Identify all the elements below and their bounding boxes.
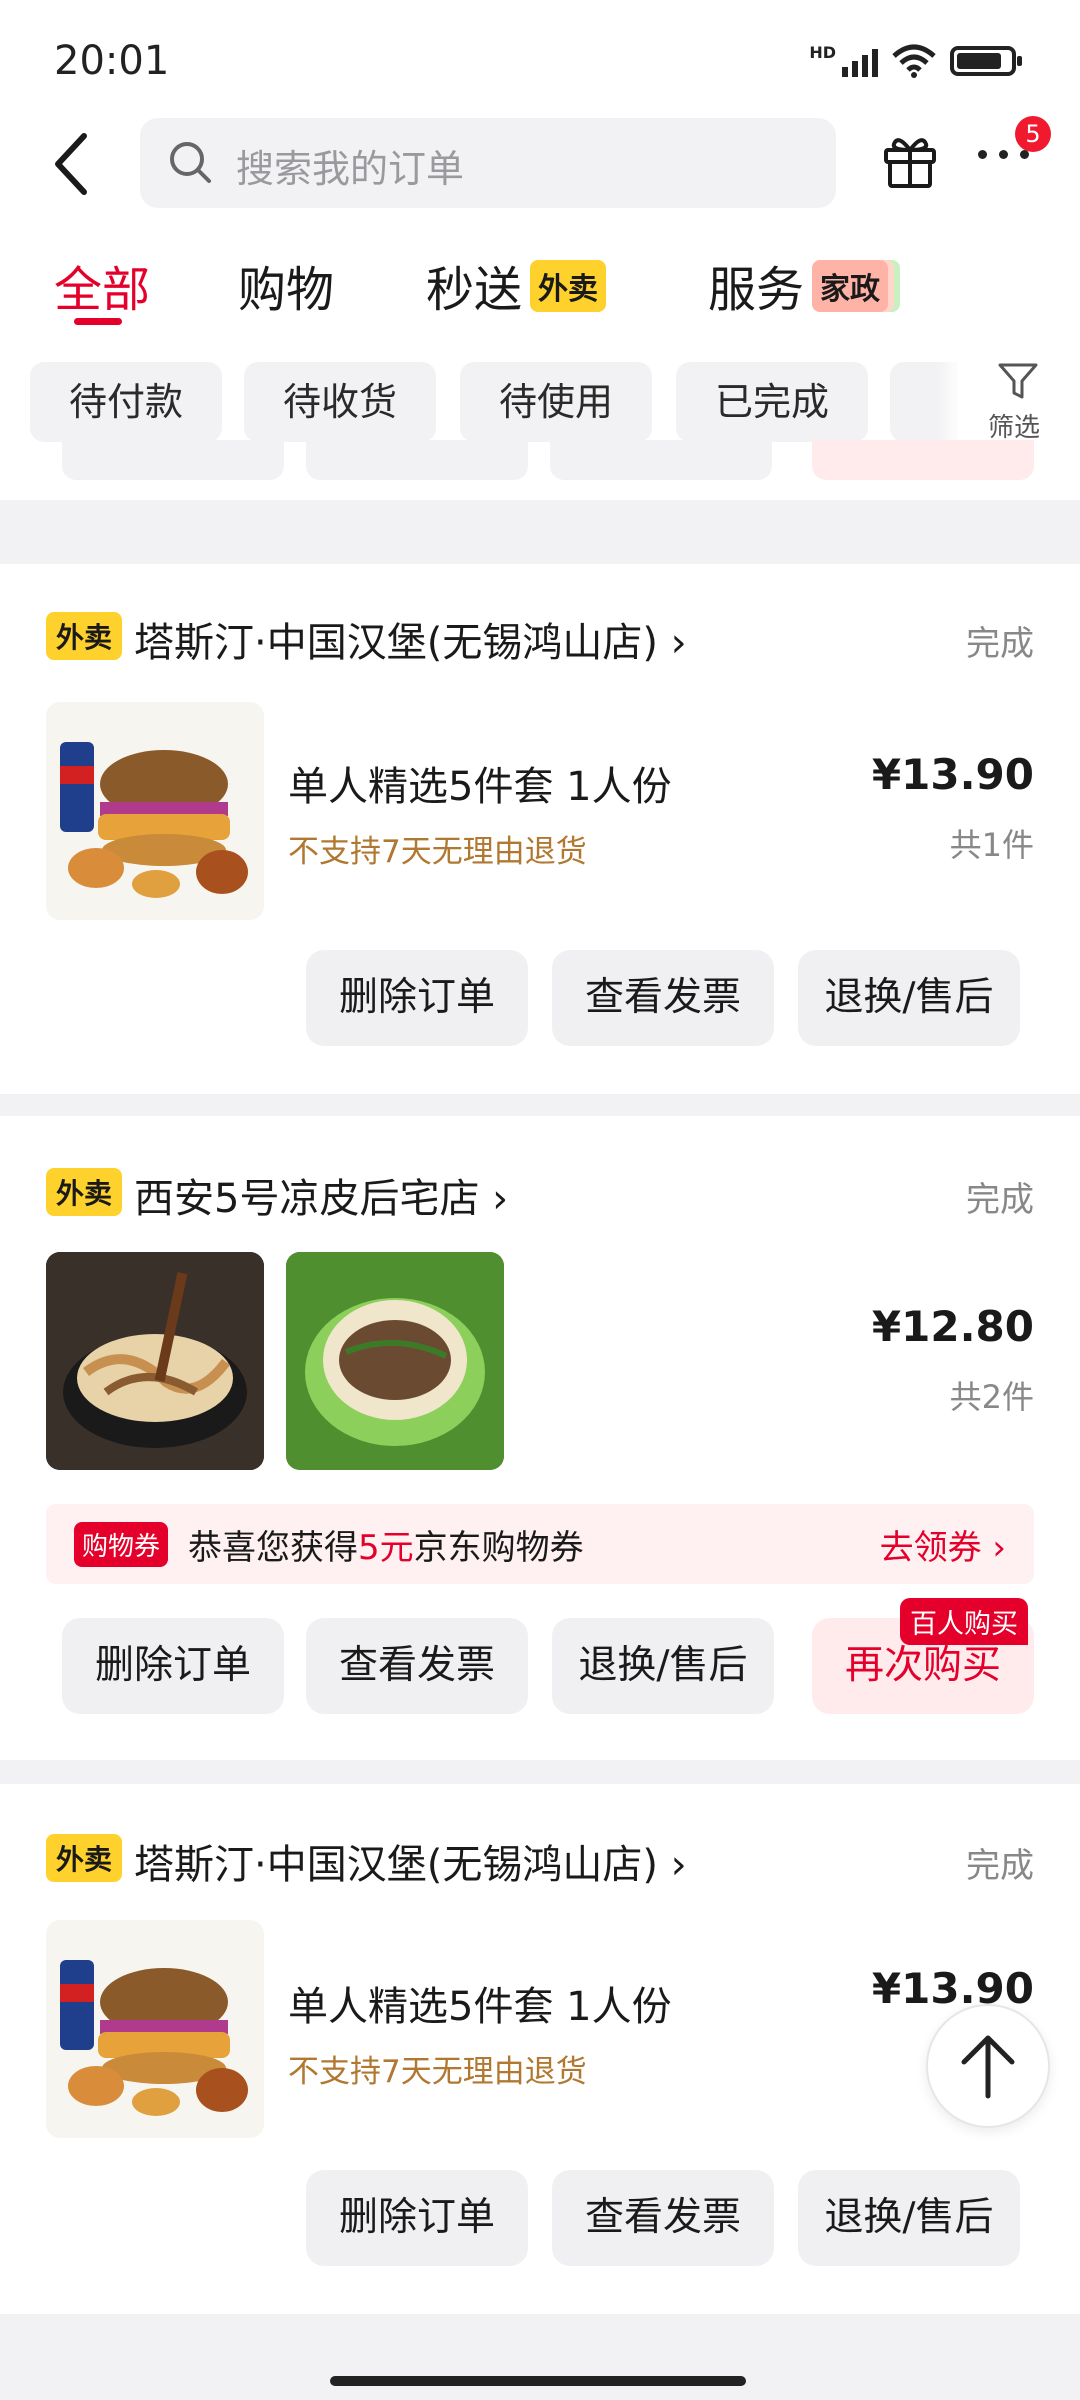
wifi-icon	[892, 44, 936, 78]
chip-pending-payment[interactable]: 待付款	[30, 362, 222, 442]
item-title: 单人精选5件套 1人份	[288, 764, 672, 810]
category-tabs: 全部 购物 秒送 外卖 服务 家政	[0, 250, 1080, 330]
status-time: 20:01	[54, 38, 170, 84]
coupon-text: 恭喜您获得5元京东购物券	[188, 1528, 584, 1568]
product-image[interactable]	[46, 1252, 264, 1470]
return-service-button[interactable]: 退换/售后	[798, 2170, 1020, 2266]
back-icon[interactable]	[44, 128, 100, 200]
view-invoice-button[interactable]: 查看发票	[306, 1618, 528, 1714]
chevron-right-icon: ›	[670, 1842, 687, 1888]
status-icons: HD	[809, 42, 1022, 78]
order-actions: 删除订单 查看发票 退换/售后 再次购买 百人购买	[0, 1598, 1080, 1728]
order-card[interactable]: 外卖 塔斯汀·中国汉堡(无锡鸿山店) › 完成 单人精选5件套 1人份 不支持7…	[0, 1784, 1080, 2314]
active-tab-indicator	[74, 318, 122, 325]
product-image[interactable]	[46, 702, 264, 920]
scrolled-button-row	[0, 440, 1080, 495]
return-policy-note: 不支持7天无理由退货	[288, 834, 587, 870]
delete-order-button[interactable]: 删除订单	[62, 1618, 284, 1714]
product-image[interactable]	[286, 1252, 504, 1470]
order-status: 完成	[966, 1180, 1034, 1220]
search-input[interactable]: 搜索我的订单	[140, 118, 836, 208]
claim-coupon-link[interactable]: 去领券 ›	[880, 1520, 1006, 1569]
coupon-tag: 购物券	[74, 1522, 169, 1567]
filter-button[interactable]: 筛选	[958, 345, 1080, 455]
scroll-to-top-button[interactable]	[926, 2004, 1050, 2128]
product-image[interactable]	[46, 1920, 264, 2138]
return-service-button[interactable]: 退换/售后	[552, 1618, 774, 1714]
hd-indicator: HD	[809, 42, 836, 62]
order-price: ¥13.90	[871, 750, 1034, 799]
view-invoice-button[interactable]: 查看发票	[552, 2170, 774, 2266]
order-status: 完成	[966, 624, 1034, 664]
filter-chips: 待付款 待收货 待使用 已完成 待	[0, 362, 1080, 442]
battery-icon	[950, 46, 1022, 76]
tab-service[interactable]: 服务	[708, 250, 804, 320]
delete-order-button[interactable]: 删除订单	[306, 2170, 528, 2266]
chip-pending-receipt[interactable]: 待收货	[244, 362, 436, 442]
store-name[interactable]: 塔斯汀·中国汉堡(无锡鸿山店) ›	[134, 610, 687, 668]
arrow-up-icon	[961, 2035, 1015, 2099]
order-card[interactable]: 外卖 塔斯汀·中国汉堡(无锡鸿山店) › 完成 单人精选5件套 1人份 不支持7…	[0, 564, 1080, 1094]
order-price: ¥12.80	[871, 1302, 1034, 1351]
search-placeholder: 搜索我的订单	[236, 147, 465, 191]
gift-icon[interactable]	[880, 130, 940, 190]
filter-icon	[998, 363, 1038, 399]
item-title: 单人精选5件套 1人份	[288, 1984, 672, 2030]
tab-delivery-tag: 外卖	[530, 260, 606, 312]
search-icon	[170, 142, 211, 183]
signal-icon	[842, 45, 878, 77]
chip-completed[interactable]: 已完成	[676, 362, 868, 442]
home-indicator[interactable]	[330, 2376, 746, 2386]
return-policy-note: 不支持7天无理由退货	[288, 2054, 587, 2090]
more-options-icon[interactable]	[978, 150, 1029, 159]
store-name[interactable]: 西安5号凉皮后宅店 ›	[134, 1166, 508, 1224]
header-area: 20:01 HD 搜索我的订单 5 全部 购物 秒送 外卖 服务 家政 待付款 …	[0, 0, 1080, 500]
item-count: 共1件	[949, 826, 1034, 864]
chevron-right-icon: ›	[492, 1176, 509, 1222]
delete-order-button[interactable]: 删除订单	[306, 950, 528, 1046]
order-card[interactable]: 外卖 西安5号凉皮后宅店 › 完成 ¥12.80 共2件 购物券 恭喜您获得5元…	[0, 1116, 1080, 1760]
store-tag: 外卖	[46, 1834, 123, 1882]
chevron-right-icon: ›	[670, 620, 687, 666]
popular-tag: 百人购买	[900, 1598, 1028, 1645]
tab-shopping[interactable]: 购物	[238, 250, 334, 320]
filter-label: 筛选	[988, 413, 1041, 443]
order-status: 完成	[966, 1846, 1034, 1886]
store-tag: 外卖	[46, 1168, 123, 1216]
item-count: 共2件	[949, 1378, 1034, 1416]
chip-pending-use[interactable]: 待使用	[460, 362, 652, 442]
notification-badge: 5	[1015, 116, 1051, 152]
store-tag: 外卖	[46, 612, 123, 660]
tab-delivery[interactable]: 秒送	[426, 250, 522, 320]
return-service-button[interactable]: 退换/售后	[798, 950, 1020, 1046]
store-name[interactable]: 塔斯汀·中国汉堡(无锡鸿山店) ›	[134, 1832, 687, 1890]
view-invoice-button[interactable]: 查看发票	[552, 950, 774, 1046]
tab-all[interactable]: 全部	[54, 250, 150, 320]
coupon-banner[interactable]: 购物券 恭喜您获得5元京东购物券 去领券 ›	[46, 1504, 1034, 1584]
tab-service-tag: 家政	[812, 260, 888, 312]
